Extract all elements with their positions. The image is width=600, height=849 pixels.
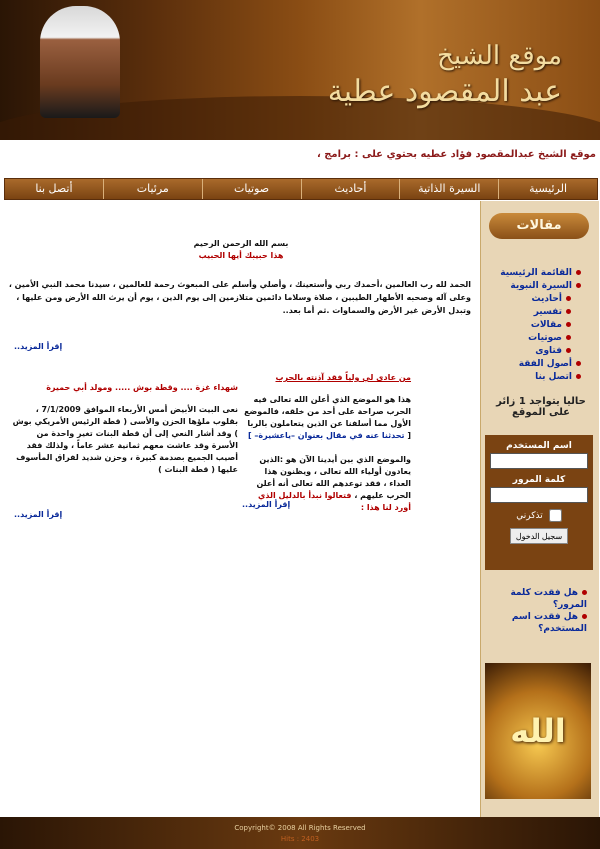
intro-subtitle: هذا حبيبك أيها الحبيب <box>198 251 284 260</box>
site-title: موقع الشيخ عبد المقصود عطية <box>302 40 562 110</box>
sidebar-title: مقالات <box>489 213 589 239</box>
nav-home[interactable]: الرئيسية <box>498 179 597 199</box>
menu-link[interactable]: أصول الفقة <box>519 359 572 369</box>
menu-item[interactable]: القائمة الرئيسية <box>481 267 593 280</box>
link-item[interactable]: هل فقدت كلمة المرور؟ <box>485 587 597 611</box>
article-title[interactable]: شهداء غزة .... وقطة بوش ..... ومولد أبي … <box>10 383 238 392</box>
menu-link[interactable]: القائمة الرئيسية <box>500 268 572 278</box>
menu-link[interactable]: صوتيات <box>528 333 562 343</box>
nav-contact[interactable]: أتصل بنا <box>5 179 103 199</box>
intro-body: الحمد لله رب العالمين ،أحمدك ربي وأستعين… <box>8 280 471 315</box>
news-marquee: موقع الشيخ عبدالمقصود فؤاد عطيه بحتوي عل… <box>316 149 596 160</box>
site-title-line1: موقع الشيخ <box>437 41 562 71</box>
forgot-password-link[interactable]: هل فقدت كلمة المرور؟ <box>510 588 587 610</box>
header-banner: موقع الشيخ عبد المقصود عطية <box>0 0 600 140</box>
read-more-link[interactable]: إقرأ المزيد.. <box>14 342 62 351</box>
menu-item[interactable]: أحاديث <box>481 293 593 306</box>
read-more-link[interactable]: إقرأ المزيد.. <box>242 500 290 509</box>
password-input[interactable] <box>490 487 588 503</box>
menu-link[interactable]: فتاوى <box>535 346 562 356</box>
menu-item[interactable]: مقالات <box>481 319 593 332</box>
article-body: نعى البيت الأبيض أمس الأربعاء الموافق 7/… <box>12 405 238 474</box>
remember-label: تذكرني <box>516 510 543 521</box>
site-title-line2: عبد المقصود عطية <box>327 73 562 109</box>
nav-video[interactable]: مرئيات <box>102 179 202 199</box>
bullet-icon <box>582 614 587 619</box>
remember-checkbox[interactable] <box>548 509 562 522</box>
visitors-count: حاليا يتواجد 1 زائر على الموقع <box>496 396 586 418</box>
password-label: كلمة المرور <box>512 475 566 485</box>
bullet-icon <box>566 348 571 353</box>
bullet-icon <box>576 361 581 366</box>
sidebar: مقالات القائمة الرئيسية السيرة النبوية أ… <box>480 201 599 817</box>
account-links: هل فقدت كلمة المرور؟ هل فقدت اسم المستخد… <box>485 587 597 635</box>
username-label: اسم المستخدم <box>506 441 572 451</box>
nav-audio[interactable]: صوتيات <box>201 179 301 199</box>
menu-item[interactable]: أصول الفقة <box>481 358 593 371</box>
nav-biography[interactable]: السيرة الذاتية <box>399 179 498 199</box>
forgot-username-link[interactable]: هل فقدت اسم المستخدم؟ <box>512 612 587 634</box>
link-item[interactable]: هل فقدت اسم المستخدم؟ <box>485 611 597 635</box>
sheikh-portrait <box>40 6 120 118</box>
login-button[interactable]: سجيل الدخول <box>510 528 568 544</box>
bullet-icon <box>576 374 581 379</box>
nav-hadiths[interactable]: أحاديث <box>300 179 400 199</box>
menu-link[interactable]: اتصل بنا <box>535 372 572 382</box>
menu-link[interactable]: مقالات <box>531 320 562 330</box>
bullet-icon <box>576 270 581 275</box>
article-title[interactable]: من عادى لي ولياً فقد آذنته بالحرب <box>276 373 412 382</box>
menu-link[interactable]: السيرة النبوية <box>510 281 572 291</box>
login-form: اسم المستخدم كلمة المرور تذكرني سجيل الد… <box>485 435 593 570</box>
intro-title: بسم الله الرحمن الرحيم <box>193 239 289 248</box>
menu-item[interactable]: السيرة النبوية <box>481 280 593 293</box>
menu-item[interactable]: تفسير <box>481 306 593 319</box>
bullet-icon <box>566 309 571 314</box>
copyright: Copyright© 2008 All Rights Reserved <box>234 824 366 832</box>
username-input[interactable] <box>490 453 588 469</box>
article-link[interactable]: تحدثنا عنه في مقال بعنوان –ياعشيرة– ] <box>248 431 405 440</box>
sidebar-menu: القائمة الرئيسية السيرة النبوية أحاديث ت… <box>481 267 593 384</box>
main-nav: الرئيسية السيرة الذاتية أحاديث صوتيات مر… <box>4 178 598 200</box>
menu-item[interactable]: اتصل بنا <box>481 371 593 384</box>
menu-link[interactable]: أحاديث <box>532 294 562 304</box>
bullet-icon <box>576 283 581 288</box>
article-body: هذا هو الموضع الذي أعلن الله تعالى فيه ا… <box>243 394 411 514</box>
footer: Copyright© 2008 All Rights Reserved Hits… <box>0 817 600 849</box>
menu-item[interactable]: فتاوى <box>481 345 593 358</box>
read-more-link[interactable]: إقرأ المزيد.. <box>14 510 62 519</box>
main-content: بسم الله الرحمن الرحيم هذا حبيبك أيها ال… <box>6 201 476 817</box>
bullet-icon <box>582 590 587 595</box>
hit-counter: Hits : 2403 <box>280 835 320 843</box>
allah-calligraphy-image: الله <box>485 663 591 799</box>
menu-link[interactable]: تفسير <box>534 307 562 317</box>
remember-row: تذكرني <box>485 509 593 522</box>
bullet-icon <box>566 296 571 301</box>
bullet-icon <box>566 335 571 340</box>
bullet-icon <box>566 322 571 327</box>
menu-item[interactable]: صوتيات <box>481 332 593 345</box>
